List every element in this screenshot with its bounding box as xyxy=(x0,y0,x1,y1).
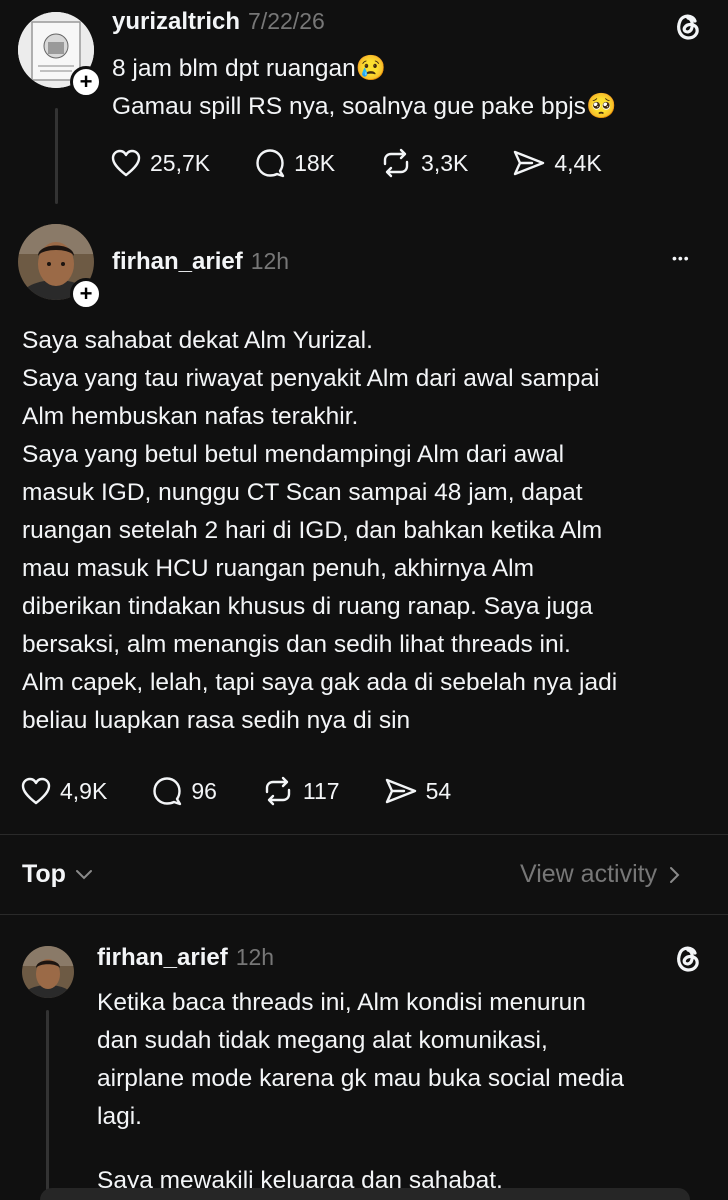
heart-icon xyxy=(111,149,141,177)
username[interactable]: firhan_arief xyxy=(97,944,228,972)
comment-icon xyxy=(256,149,285,178)
plus-icon: + xyxy=(79,281,93,306)
reply-text-line: dan sudah tidak megang alat komunikasi, xyxy=(97,1027,548,1054)
comment-icon xyxy=(153,777,182,806)
reply-body: Ketika baca threads ini, Alm kondisi men… xyxy=(97,984,722,1200)
post-paragraph: Saya yang betul betul mendampingi Alm da… xyxy=(22,436,722,740)
timestamp: 12h xyxy=(235,944,275,970)
reply-count: 18K xyxy=(294,149,336,176)
share-icon xyxy=(385,778,416,804)
follow-plus-button[interactable]: + xyxy=(70,66,102,98)
post-text-line: Saya yang tau riwayat penyakit Alm dari … xyxy=(22,365,600,392)
reply-text-line: lagi. xyxy=(97,1103,142,1130)
post-actions: 4,9K 96 117 54 xyxy=(20,776,451,806)
share-icon xyxy=(514,150,545,176)
share-button[interactable]: 54 xyxy=(384,776,452,806)
post-paragraph: Saya yang tau riwayat penyakit Alm dari … xyxy=(22,360,722,436)
post-text-line: Alm hembuskan nafas terakhir. xyxy=(22,403,359,430)
repost-icon xyxy=(265,776,291,806)
repost-icon xyxy=(383,148,409,178)
post-header: firhan_arief 12h xyxy=(112,248,289,276)
divider xyxy=(0,834,728,835)
crying-face-emoji: 😢 xyxy=(355,55,387,82)
avatar-image xyxy=(22,946,74,998)
post-body: 8 jam blm dpt ruangan😢 Gamau spill RS ny… xyxy=(112,50,616,126)
repost-button[interactable]: 117 xyxy=(261,776,340,806)
post-actions: 25,7K 18K 3,3K 4,4K xyxy=(110,148,602,178)
chevron-down-icon xyxy=(75,869,92,879)
reply-text-line: Ketika baca threads ini, Alm kondisi men… xyxy=(97,989,586,1016)
post-text-line: Alm capek, lelah, tapi saya gak ada di s… xyxy=(22,669,618,696)
post-text-line: Saya yang betul betul mendampingi Alm da… xyxy=(22,441,565,468)
post-text-line-2: Gamau spill RS nya, soalnya gue pake bpj… xyxy=(112,93,586,120)
post-line: Gamau spill RS nya, soalnya gue pake bpj… xyxy=(112,88,616,126)
username[interactable]: firhan_arief xyxy=(112,248,243,276)
post-text-line: diberikan tindakan khusus di ruang ranap… xyxy=(22,593,593,620)
more-options-button[interactable]: ••• xyxy=(672,250,690,266)
reply-text-line: airplane mode karena gk mau buka social … xyxy=(97,1065,625,1092)
follow-plus-button[interactable]: + xyxy=(70,278,102,310)
post-paragraph: Saya sahabat dekat Alm Yurizal. xyxy=(22,322,722,360)
post-text-line: Saya sahabat dekat Alm Yurizal. xyxy=(22,327,373,354)
post-text-line-1: 8 jam blm dpt ruangan xyxy=(112,55,356,82)
repost-button[interactable]: 3,3K xyxy=(379,148,468,178)
timestamp: 12h xyxy=(250,248,290,274)
post-body: Saya sahabat dekat Alm Yurizal. Saya yan… xyxy=(22,322,722,740)
username[interactable]: yurizaltrich xyxy=(112,8,240,36)
thread-connector-line xyxy=(46,1010,49,1200)
share-count: 54 xyxy=(425,777,452,804)
view-activity-link[interactable]: View activity xyxy=(520,860,681,889)
threads-logo-icon[interactable] xyxy=(670,940,706,981)
more-icon: ••• xyxy=(672,250,690,266)
post-text-line: mau masuk HCU ruangan penuh, akhirnya Al… xyxy=(22,555,535,582)
like-count: 4,9K xyxy=(60,777,108,804)
like-button[interactable]: 4,9K xyxy=(20,776,107,806)
avatar-firhan-arief[interactable] xyxy=(22,946,74,998)
view-activity-label: View activity xyxy=(520,860,658,888)
heart-icon xyxy=(21,777,51,805)
threads-logo-icon[interactable] xyxy=(670,8,706,49)
sort-label: Top xyxy=(22,860,66,888)
bottom-fade xyxy=(40,1188,690,1200)
post-text-line: bersaksi, alm menangis dan sedih lihat t… xyxy=(22,631,571,658)
post-text-line: ruangan setelah 2 hari di IGD, dan bahka… xyxy=(22,517,603,544)
post-line: 8 jam blm dpt ruangan😢 xyxy=(112,50,616,88)
reply-count: 96 xyxy=(191,777,217,804)
repost-count: 117 xyxy=(302,777,340,804)
divider xyxy=(0,914,728,915)
reply-header: firhan_arief 12h xyxy=(97,944,274,972)
post-text-line: masuk IGD, nunggu CT Scan sampai 48 jam,… xyxy=(22,479,583,506)
like-count: 25,7K xyxy=(150,149,211,176)
thread-connector-line xyxy=(55,108,58,204)
share-count: 4,4K xyxy=(554,149,602,176)
like-button[interactable]: 25,7K xyxy=(110,148,210,178)
reply-button[interactable]: 96 xyxy=(151,776,217,806)
chevron-right-icon xyxy=(670,866,680,883)
post-text-line: beliau luapkan rasa sedih nya di sin xyxy=(22,707,411,734)
reply-button[interactable]: 18K xyxy=(254,148,335,178)
post-header: yurizaltrich 7/22/26 xyxy=(112,8,325,36)
repost-count: 3,3K xyxy=(421,149,469,176)
plus-icon: + xyxy=(79,69,93,94)
share-button[interactable]: 4,4K xyxy=(512,148,602,178)
pleading-face-emoji: 🥺 xyxy=(585,93,617,120)
sort-dropdown[interactable]: Top xyxy=(22,860,94,889)
timestamp: 7/22/26 xyxy=(248,8,325,34)
